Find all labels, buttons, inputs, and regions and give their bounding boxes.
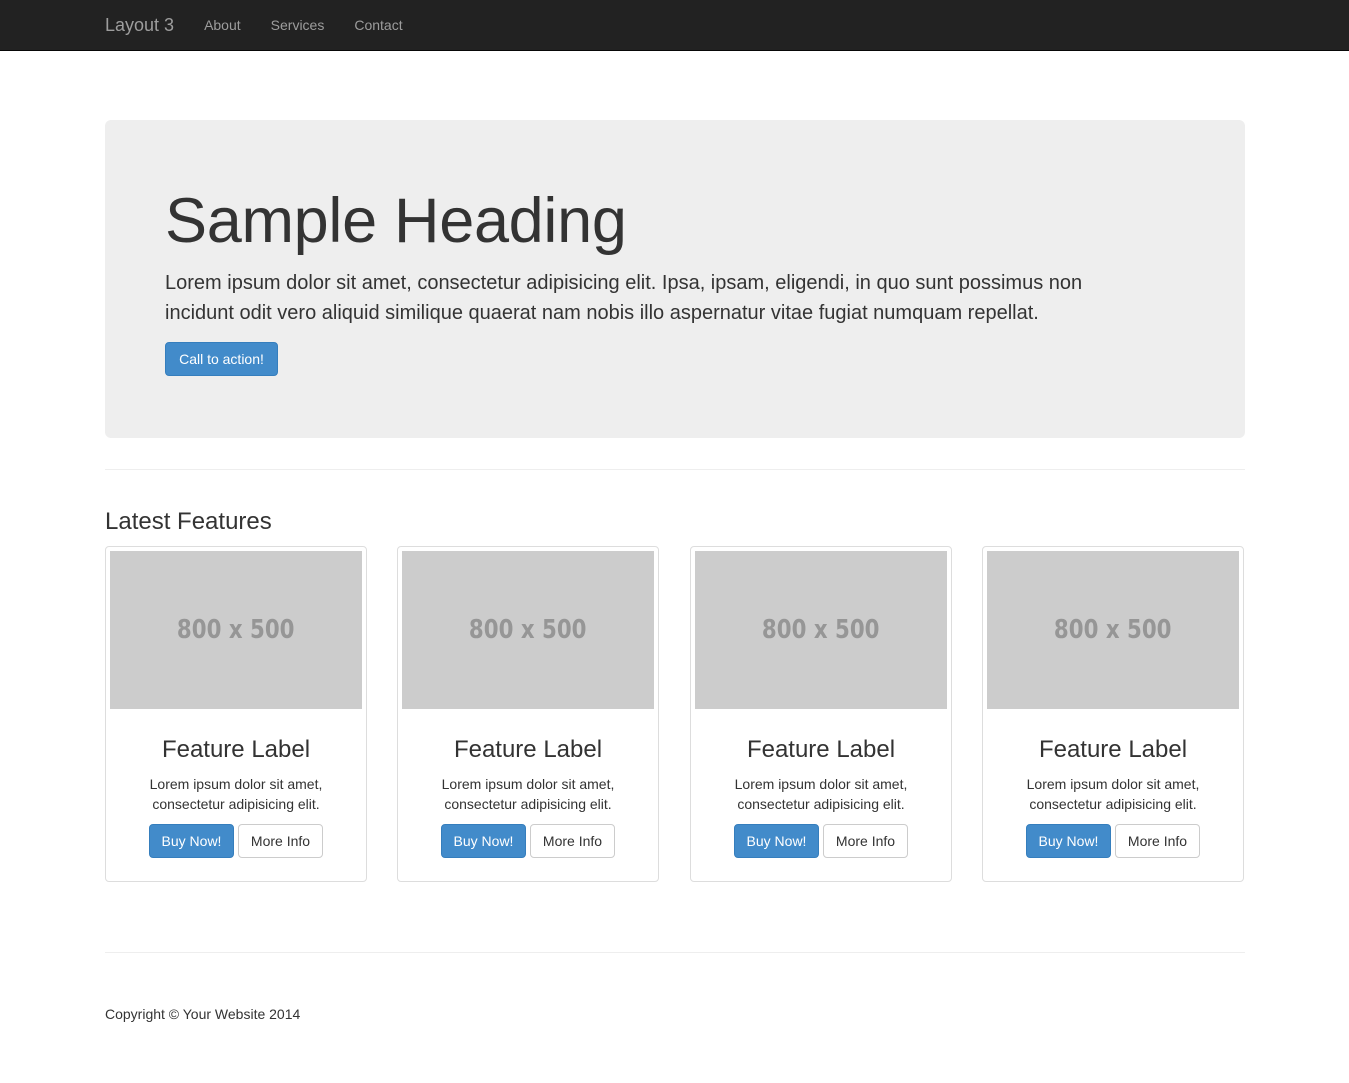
feature-image-placeholder: 800 x 500: [987, 551, 1239, 709]
buy-now-button[interactable]: Buy Now!: [441, 824, 526, 858]
call-to-action-button[interactable]: Call to action!: [165, 342, 278, 376]
buy-now-button[interactable]: Buy Now!: [1026, 824, 1111, 858]
feature-actions: Buy Now! More Info: [398, 824, 658, 858]
feature-image-placeholder: 800 x 500: [110, 551, 362, 709]
nav-link-about[interactable]: About: [204, 17, 241, 33]
buy-now-button[interactable]: Buy Now!: [734, 824, 819, 858]
feature-label: Feature Label: [1038, 736, 1188, 763]
footer-divider: [105, 952, 1245, 953]
feature-text: Lorem ipsum dolor sit amet, consectetur …: [1026, 776, 1200, 812]
image-size-label: 800 x 500: [762, 615, 880, 645]
feature-card: 800 x 500 Feature Label Lorem ipsum dolo…: [690, 546, 952, 882]
feature-label: Feature Label: [453, 736, 603, 763]
navbar: Layout 3 About Services Contact: [0, 0, 1349, 51]
more-info-button[interactable]: More Info: [823, 824, 908, 858]
feature-actions: Buy Now! More Info: [106, 824, 366, 858]
feature-text: Lorem ipsum dolor sit amet, consectetur …: [441, 776, 615, 812]
feature-image-placeholder: 800 x 500: [402, 551, 654, 709]
buy-now-button[interactable]: Buy Now!: [149, 824, 234, 858]
image-size-label: 800 x 500: [177, 615, 295, 645]
hero-jumbotron: Sample Heading Lorem ipsum dolor sit ame…: [105, 120, 1245, 438]
feature-card: 800 x 500 Feature Label Lorem ipsum dolo…: [982, 546, 1244, 882]
feature-card: 800 x 500 Feature Label Lorem ipsum dolo…: [397, 546, 659, 882]
more-info-button[interactable]: More Info: [530, 824, 615, 858]
more-info-button[interactable]: More Info: [238, 824, 323, 858]
more-info-button[interactable]: More Info: [1115, 824, 1200, 858]
feature-actions: Buy Now! More Info: [983, 824, 1243, 858]
nav-link-contact[interactable]: Contact: [354, 17, 402, 33]
nav-link-services[interactable]: Services: [271, 17, 325, 33]
divider: [105, 469, 1245, 470]
feature-text: Lorem ipsum dolor sit amet, consectetur …: [734, 776, 908, 812]
feature-image-placeholder: 800 x 500: [695, 551, 947, 709]
navbar-inner: Layout 3 About Services Contact: [105, 0, 433, 50]
feature-label: Feature Label: [746, 736, 896, 763]
features-title: Latest Features: [105, 508, 272, 535]
hero-text: Lorem ipsum dolor sit amet, consectetur …: [165, 272, 1083, 324]
image-size-label: 800 x 500: [469, 615, 587, 645]
navbar-brand[interactable]: Layout 3: [105, 15, 174, 36]
image-size-label: 800 x 500: [1054, 615, 1172, 645]
feature-card: 800 x 500 Feature Label Lorem ipsum dolo…: [105, 546, 367, 882]
feature-label: Feature Label: [161, 736, 311, 763]
feature-text: Lorem ipsum dolor sit amet, consectetur …: [149, 776, 323, 812]
feature-actions: Buy Now! More Info: [691, 824, 951, 858]
hero-heading: Sample Heading: [165, 186, 627, 256]
footer-copyright: Copyright © Your Website 2014: [105, 1006, 301, 1022]
